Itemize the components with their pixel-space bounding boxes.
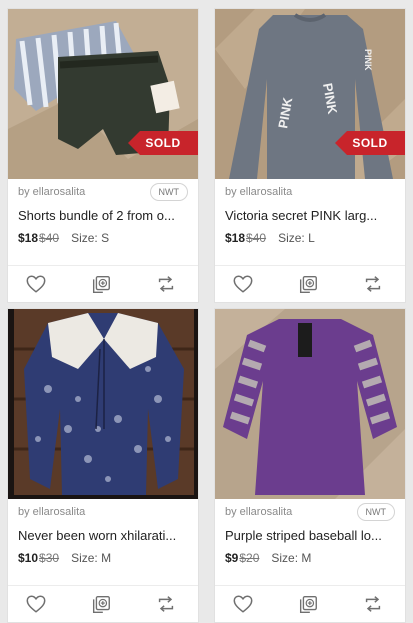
price: $18 [225,231,246,245]
action-bar [215,585,405,622]
listing-title[interactable]: Purple striped baseball lo... [225,528,397,543]
heart-icon[interactable] [25,273,47,295]
size-label: Size: L [278,231,315,245]
add-to-bundle-icon[interactable] [297,593,319,615]
size-label: Size: M [71,551,112,565]
size-label: Size: S [71,231,110,245]
seller-name[interactable]: by ellarosalita [18,506,85,518]
listing-image[interactable]: SOLD [8,9,198,179]
action-bar [8,265,198,302]
nwt-badge: NWT [356,503,395,521]
original-price: $30 [39,551,60,565]
heart-icon[interactable] [232,273,254,295]
share-icon[interactable] [362,273,384,295]
price: $10 [18,551,39,565]
share-icon[interactable] [155,593,177,615]
share-icon[interactable] [362,593,384,615]
heart-icon[interactable] [232,593,254,615]
listing-card-shorts[interactable]: SOLD by ellarosalita NWT Shorts bundle o… [8,9,198,302]
heart-icon[interactable] [25,593,47,615]
sold-badge: SOLD [335,131,405,155]
action-bar [8,585,198,622]
share-icon[interactable] [155,273,177,295]
seller-name[interactable]: by ellarosalita [225,186,292,198]
seller-name[interactable]: by ellarosalita [18,186,85,198]
listing-card-xhilaration-top[interactable]: by ellarosalita Never been worn xhilarat… [8,309,198,622]
price-line: $18$40 Size: S [18,231,109,245]
listing-grid: SOLD by ellarosalita NWT Shorts bundle o… [0,0,413,623]
original-price: $20 [239,551,260,565]
price-line: $18$40 Size: L [225,231,315,245]
nwt-badge: NWT [149,183,188,201]
add-to-bundle-icon[interactable] [297,273,319,295]
price-line: $10$30 Size: M [18,551,111,565]
seller-name[interactable]: by ellarosalita [225,506,292,518]
original-price: $40 [39,231,60,245]
image-text: PINK [363,49,373,71]
add-to-bundle-icon[interactable] [90,593,112,615]
listing-title[interactable]: Victoria secret PINK larg... [225,208,397,223]
price: $9 [225,551,239,565]
action-bar [215,265,405,302]
price: $18 [18,231,39,245]
listing-card-pink-shirt[interactable]: PINK PINK PINK SOLD by ellarosalita Vict… [215,9,405,302]
listing-title[interactable]: Shorts bundle of 2 from o... [18,208,190,223]
original-price: $40 [246,231,267,245]
size-label: Size: M [271,551,312,565]
listing-image[interactable] [8,309,198,499]
listing-image[interactable]: PINK PINK PINK SOLD [215,9,405,179]
listing-card-purple-striped-top[interactable]: by ellarosalita NWT Purple striped baseb… [215,309,405,622]
listing-title[interactable]: Never been worn xhilarati... [18,528,190,543]
sold-badge: SOLD [128,131,198,155]
price-line: $9$20 Size: M [225,551,311,565]
add-to-bundle-icon[interactable] [90,273,112,295]
listing-image[interactable] [215,309,405,499]
